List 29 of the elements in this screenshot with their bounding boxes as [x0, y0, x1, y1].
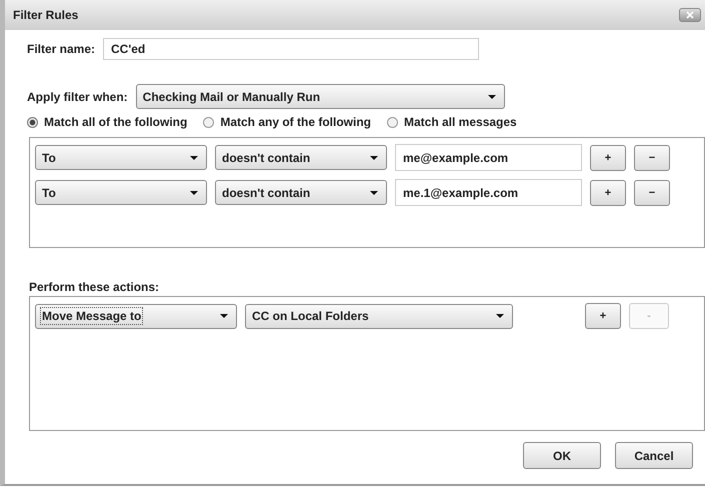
cancel-button[interactable]: Cancel [615, 442, 693, 469]
add-button[interactable]: + [585, 303, 621, 329]
window-title: Filter Rules [12, 8, 78, 22]
value-field[interactable]: me.1@example.com [395, 179, 582, 206]
filter-name-label: Filter name: [27, 42, 96, 56]
radio-label[interactable]: Match all of the following [44, 115, 188, 129]
actions-label: Perform these actions: [29, 280, 160, 294]
ok-button[interactable]: OK [523, 442, 601, 469]
close-button[interactable] [679, 8, 701, 22]
field-dropdown[interactable]: To [35, 145, 207, 170]
field-dropdown[interactable]: To [35, 180, 207, 205]
radio-label[interactable]: Match all messages [404, 115, 517, 129]
close-icon [684, 11, 696, 19]
radio-button[interactable] [387, 116, 398, 128]
radio-button[interactable] [203, 116, 214, 128]
action-dropdown[interactable]: Move Message to [35, 304, 237, 328]
apply-filter-dropdown[interactable]: Checking Mail or Manually Run [136, 84, 505, 109]
folder-dropdown[interactable]: CC on Local Folders [245, 304, 513, 328]
filter-name-field[interactable]: CC'ed [103, 38, 480, 60]
radio-label[interactable]: Match any of the following [220, 115, 371, 129]
radio-button[interactable] [27, 116, 38, 128]
remove-button[interactable]: − [634, 144, 670, 170]
add-button[interactable]: + [590, 180, 626, 206]
value-field[interactable]: me@example.com [395, 144, 582, 171]
add-button[interactable]: + [590, 144, 626, 170]
operator-dropdown[interactable]: doesn't contain [215, 145, 387, 170]
operator-dropdown[interactable]: doesn't contain [215, 180, 387, 205]
remove-button[interactable]: − [634, 180, 670, 206]
apply-filter-label: Apply filter when: [27, 90, 128, 104]
